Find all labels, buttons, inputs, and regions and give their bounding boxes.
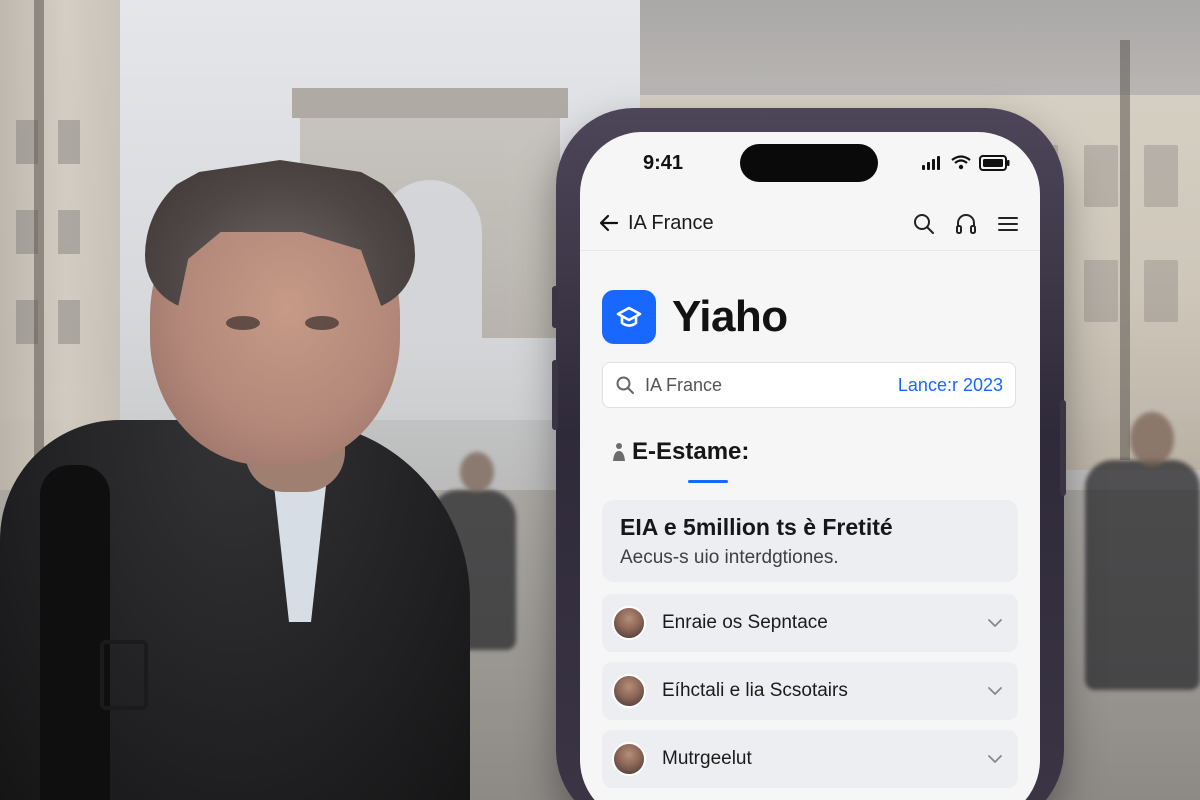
brand: Yiaho bbox=[602, 290, 788, 344]
status-bar: 9:41 bbox=[580, 132, 1040, 202]
signal-wifi-battery-icon bbox=[922, 155, 1010, 171]
tree-trunk-left bbox=[34, 0, 44, 520]
header-actions bbox=[910, 202, 1022, 246]
summary-headline: EIA e 5million ts è Fretité bbox=[620, 514, 893, 540]
accordion-item-label: Eíhctali e lia Scsotairs bbox=[662, 680, 848, 701]
chevron-down-icon bbox=[988, 619, 1002, 627]
avatar bbox=[612, 742, 646, 776]
chevron-down-icon bbox=[988, 755, 1002, 763]
avatar bbox=[612, 674, 646, 708]
brand-logo bbox=[602, 290, 656, 344]
menu-button[interactable] bbox=[994, 210, 1022, 238]
accordion-item[interactable]: Eíhctali e lia Scsotairs bbox=[602, 662, 1018, 720]
app-header: IA France bbox=[580, 202, 1040, 250]
section-underline bbox=[688, 480, 728, 483]
accordion-item-label: Mutrgeelut bbox=[662, 748, 752, 769]
phone-side-button bbox=[552, 286, 558, 328]
back-button-label: IA France bbox=[628, 211, 714, 234]
pedestrian-blur bbox=[1085, 460, 1200, 690]
phone-screen: 9:41 IA France Yiaho IA France Lance:r 2… bbox=[580, 132, 1040, 800]
headphones-icon bbox=[956, 214, 976, 234]
backpack-strap bbox=[40, 465, 110, 800]
back-arrow-icon bbox=[599, 214, 619, 232]
dynamic-island bbox=[740, 144, 878, 182]
tree-trunk-right bbox=[1120, 40, 1130, 460]
summary-subtext: Aecus-s uio interdgtiones. bbox=[620, 547, 839, 568]
menu-icon bbox=[998, 217, 1018, 231]
chevron-down-icon bbox=[988, 687, 1002, 695]
phone-side-button bbox=[1060, 400, 1066, 496]
section-title: E-Estame: bbox=[610, 438, 749, 466]
pedestrian-head-blur bbox=[1130, 412, 1174, 466]
phone-side-button bbox=[552, 360, 558, 430]
accordion-item-label: Enraie os Sepntace bbox=[662, 612, 828, 633]
accordion-item[interactable]: Enraie os Sepntace bbox=[602, 594, 1018, 652]
headphones-button[interactable] bbox=[952, 210, 980, 238]
section-title-text: E-Estame: bbox=[632, 438, 750, 465]
search-icon bbox=[914, 214, 934, 234]
backpack-buckle bbox=[100, 640, 148, 710]
photo-scene: 9:41 IA France Yiaho IA France Lance:r 2… bbox=[0, 0, 1200, 800]
status-time: 9:41 bbox=[643, 152, 684, 174]
back-button[interactable]: IA France bbox=[598, 206, 714, 240]
avatar bbox=[612, 606, 646, 640]
search-icon bbox=[616, 376, 634, 394]
search-query: IA France bbox=[645, 374, 723, 395]
header-divider bbox=[580, 250, 1040, 251]
summary-card: EIA e 5million ts è Fretité Aecus-s uio … bbox=[602, 500, 1018, 582]
yiaho-logo-icon bbox=[616, 306, 642, 327]
search-meta: Lance:r 2023 bbox=[897, 374, 1003, 395]
brand-name: Yiaho bbox=[672, 292, 788, 341]
pedestrian-head-blur bbox=[460, 452, 494, 492]
person-icon bbox=[613, 443, 625, 461]
search-bar[interactable]: IA France Lance:r 2023 bbox=[602, 362, 1016, 408]
search-button[interactable] bbox=[910, 210, 938, 238]
accordion-item[interactable]: Mutrgeelut bbox=[602, 730, 1018, 788]
status-icons bbox=[920, 152, 1012, 174]
